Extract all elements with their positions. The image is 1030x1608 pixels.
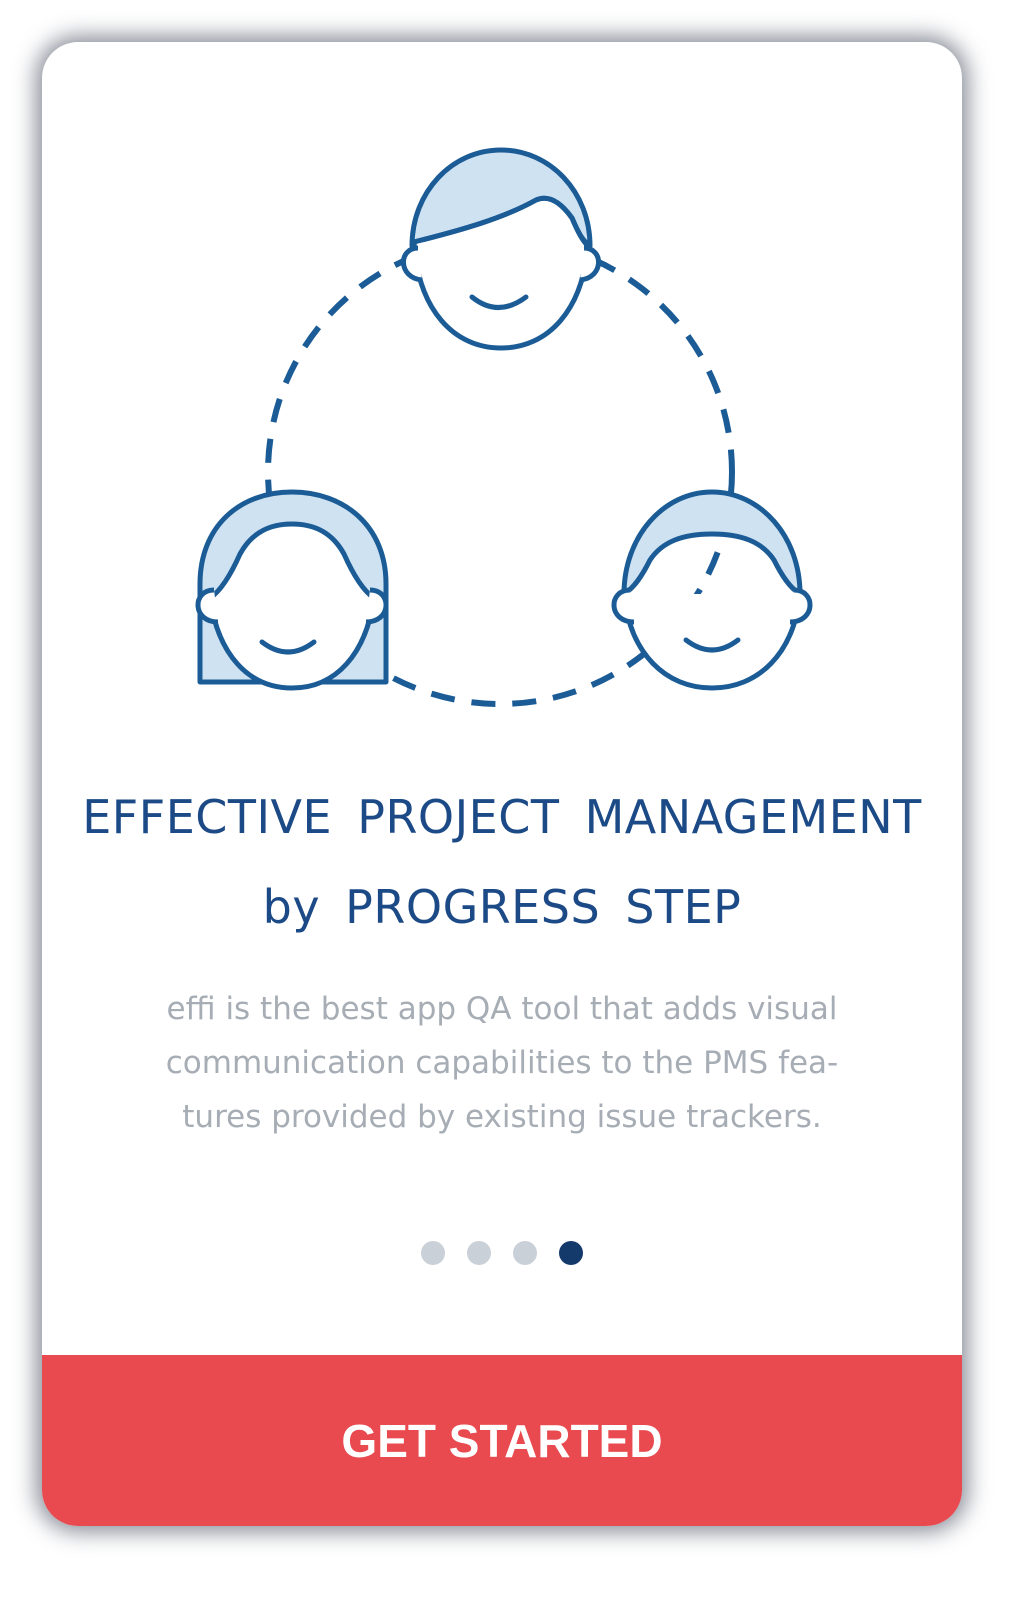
get-started-button[interactable]: GET STARTED [42,1355,962,1526]
person-top-icon [401,147,601,351]
page-indicator [42,1241,962,1267]
headline-line-1: EFFECTIVE PROJECT MANAGEMENT [82,790,922,844]
description-line-2: communication capabilities to the PMS fe… [165,1045,839,1081]
onboarding-card: EFFECTIVE PROJECT MANAGEMENT by PROGRESS… [42,42,962,1526]
page-dot-2[interactable] [467,1241,491,1265]
page-dot-1[interactable] [421,1241,445,1265]
description-line-1: effi is the best app QA tool that adds v… [166,991,838,1027]
page-dot-3[interactable] [513,1241,537,1265]
person-right-icon [611,489,813,691]
page-dot-4-active[interactable] [559,1241,583,1265]
description: effi is the best app QA tool that adds v… [162,982,842,1144]
team-people-icon [195,147,813,707]
description-line-3: tures provided by existing issue tracker… [182,1099,822,1135]
headline-line-2: by PROGRESS STEP [262,880,742,934]
person-left-icon [195,489,389,691]
